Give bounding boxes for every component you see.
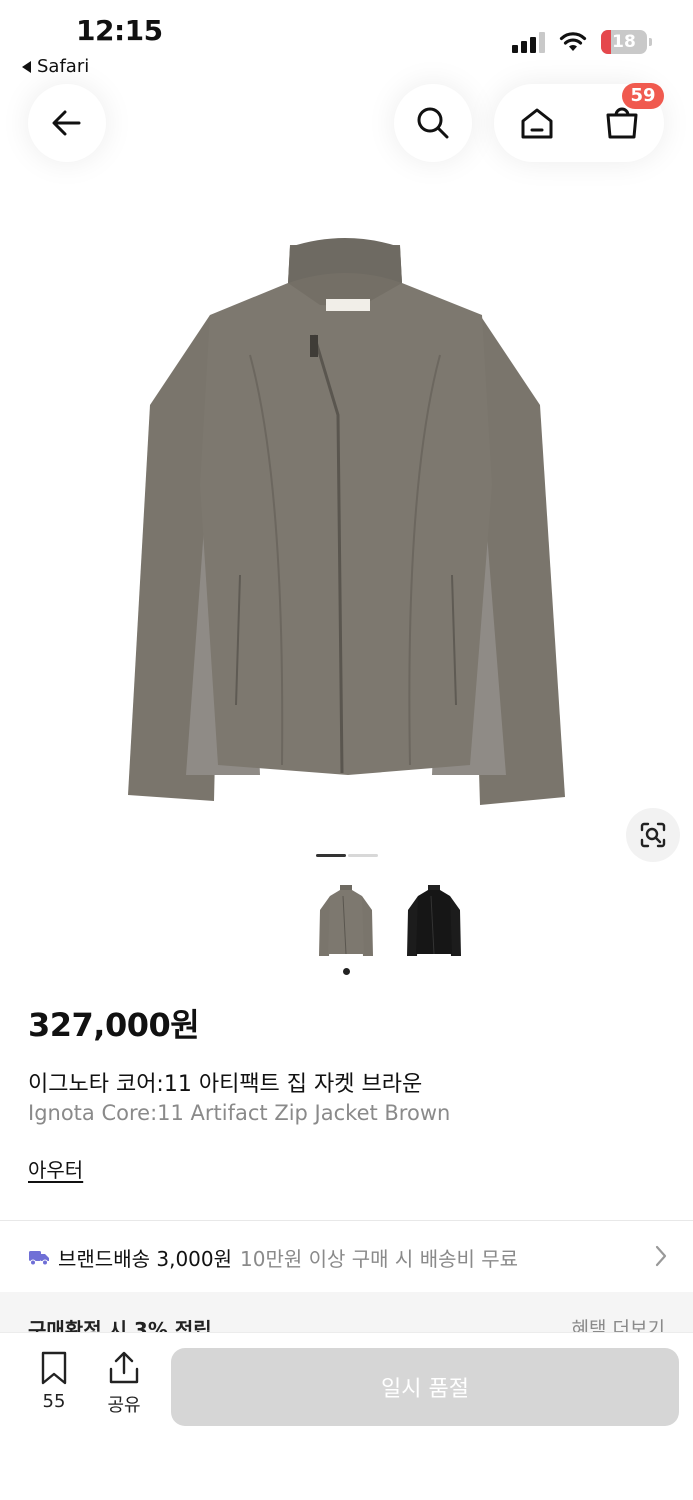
share-label: 공유	[107, 1395, 141, 1416]
shipping-label: 브랜드배송 3,000원	[58, 1246, 233, 1271]
cart-button[interactable]: 59	[592, 83, 664, 153]
bookmark-count: 55	[42, 1391, 66, 1412]
thumbnail-black[interactable]	[402, 882, 466, 962]
product-price: 327,000원	[28, 1006, 200, 1044]
visual-search-icon	[640, 822, 666, 848]
back-triangle-icon	[22, 60, 31, 73]
share-icon	[109, 1351, 139, 1384]
visual-search-button[interactable]	[626, 808, 680, 862]
home-cart-group: 59	[494, 83, 664, 162]
jacket-thumbnail-black	[407, 885, 461, 956]
cart-count-badge: 59	[622, 83, 664, 109]
wifi-icon	[559, 32, 587, 51]
product-hero-image[interactable]	[110, 235, 580, 825]
back-app-label: Safari	[37, 56, 90, 77]
chevron-right-icon	[655, 1245, 667, 1267]
search-icon	[417, 107, 449, 139]
share-button[interactable]: 공유	[100, 1351, 148, 1417]
benefit-reward-text: 구매확정 시 3% 적립	[28, 1318, 212, 1332]
indicator-inactive	[348, 854, 378, 857]
truck-icon	[29, 1251, 49, 1266]
benefit-more-link[interactable]: 혜택 더보기	[572, 1314, 665, 1332]
product-category-link[interactable]: 아우터	[28, 1154, 83, 1183]
gallery-page-indicator	[316, 854, 378, 857]
shipping-info-row[interactable]: 브랜드배송 3,000원 10만원 이상 구매 시 배송비 무료	[28, 1240, 668, 1274]
thumbnail-brown[interactable]	[314, 882, 378, 962]
back-arrow-icon	[52, 110, 81, 136]
bottom-action-bar: 55 공유 일시 품절	[0, 1332, 693, 1500]
status-time: 12:15	[76, 14, 163, 47]
status-icons: 18	[512, 30, 652, 54]
back-button[interactable]	[28, 84, 106, 162]
sold-out-button[interactable]: 일시 품절	[171, 1348, 679, 1426]
search-button[interactable]	[394, 84, 472, 162]
battery-level: 18	[612, 32, 636, 52]
selected-thumbnail-dot	[343, 968, 350, 975]
cellular-signal-icon	[512, 31, 545, 53]
home-icon	[521, 108, 552, 139]
product-name-english: Ignota Core:11 Artifact Zip Jacket Brown	[28, 1101, 451, 1125]
bookmark-icon	[41, 1351, 67, 1385]
back-to-safari[interactable]: Safari	[22, 56, 89, 77]
indicator-active	[316, 854, 346, 857]
jacket-illustration	[128, 238, 565, 805]
bookmark-button[interactable]: 55	[30, 1351, 78, 1412]
home-button[interactable]	[507, 93, 567, 153]
section-divider	[0, 1220, 693, 1221]
product-name-korean: 이그노타 코어:11 아티팩트 집 자켓 브라운	[28, 1072, 423, 1097]
jacket-thumbnail-brown	[319, 885, 373, 956]
benefit-row[interactable]: 구매확정 시 3% 적립 혜택 더보기	[0, 1292, 693, 1332]
shipping-free-note: 10만원 이상 구매 시 배송비 무료	[240, 1246, 519, 1271]
cart-icon	[606, 107, 637, 139]
battery-icon: 18	[601, 30, 652, 54]
